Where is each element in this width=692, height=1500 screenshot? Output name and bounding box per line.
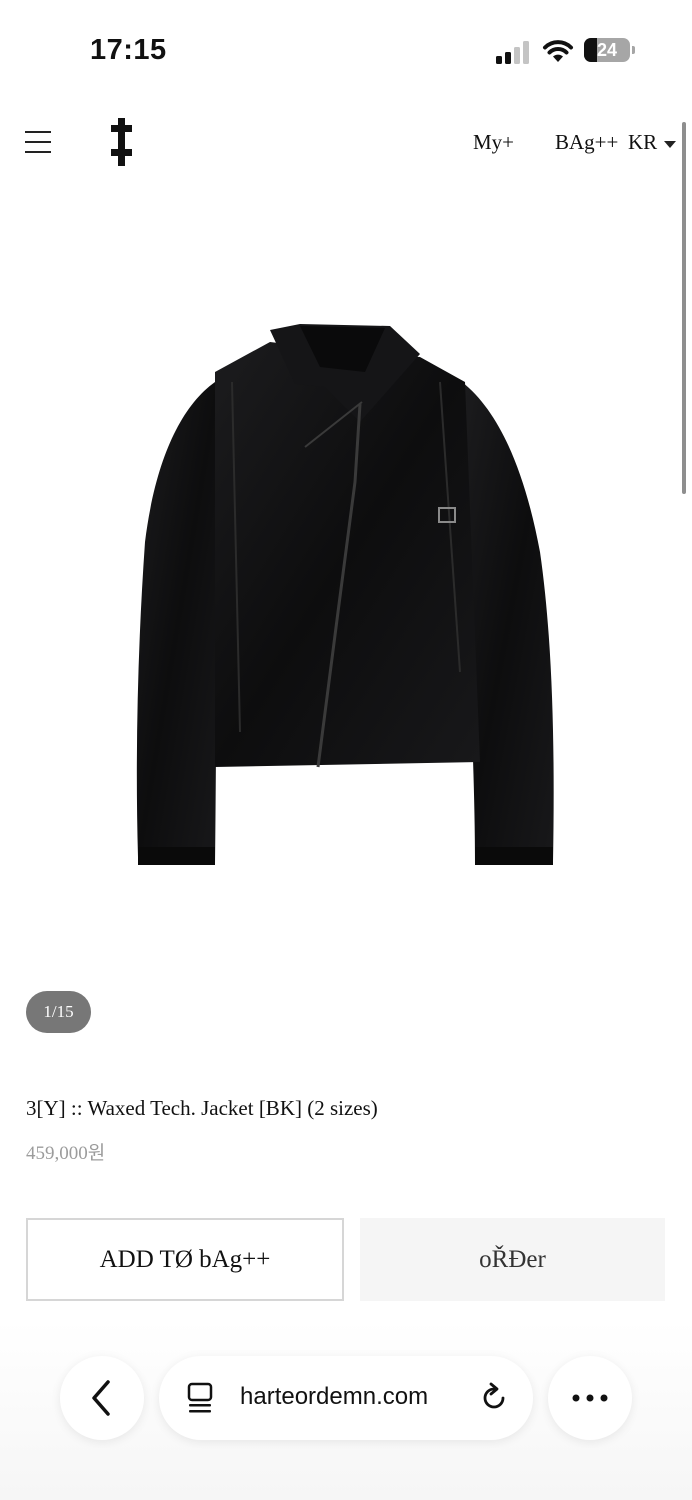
brand-logo-icon[interactable] [106, 118, 136, 166]
signal-icon [496, 41, 529, 64]
battery-level: 24 [596, 40, 618, 60]
status-time: 17:15 [90, 34, 167, 66]
url-text[interactable]: harteordemn.com [240, 1383, 428, 1411]
more-options-button[interactable] [548, 1356, 632, 1440]
my-account-link[interactable]: My+ [473, 130, 514, 155]
more-icon [572, 1394, 608, 1402]
product-image[interactable] [120, 312, 570, 882]
caret-down-icon[interactable] [664, 141, 676, 148]
product-price: 459,000원 [26, 1143, 106, 1164]
battery-icon: 24 [584, 38, 636, 64]
wifi-icon [543, 40, 573, 62]
browser-back-button[interactable] [60, 1356, 144, 1440]
product-title: 3[Y] :: Waxed Tech. Jacket [BK] (2 sizes… [26, 1096, 378, 1120]
order-button[interactable]: oŘĐer [360, 1218, 665, 1301]
menu-icon[interactable] [25, 131, 51, 153]
tabs-icon[interactable] [186, 1381, 216, 1415]
add-to-bag-button[interactable]: ADD TØ bAg++ [26, 1218, 344, 1301]
reload-icon[interactable] [477, 1381, 511, 1415]
scrollbar[interactable] [682, 122, 686, 494]
bag-link[interactable]: BAg++ [555, 130, 618, 155]
back-icon [92, 1380, 110, 1416]
image-counter: 1/15 [26, 991, 91, 1033]
currency-selector[interactable]: KR [628, 130, 657, 155]
